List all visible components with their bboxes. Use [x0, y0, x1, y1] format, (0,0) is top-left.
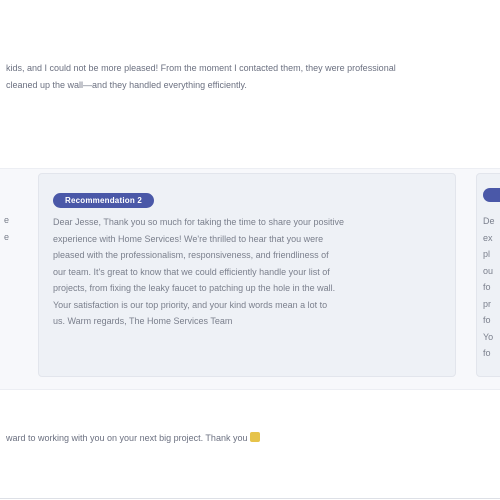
next-card-line: fo	[483, 348, 491, 358]
recommendation-line: Dear Jesse, Thank you so much for taking…	[53, 217, 344, 227]
recommendation-text[interactable]: Dear Jesse, Thank you so much for taking…	[53, 214, 445, 330]
previous-card-text: e e	[4, 212, 9, 245]
divider	[0, 498, 500, 499]
review-line: cleaned up the wall—and they handled eve…	[6, 80, 247, 90]
recommendation-badge-stub	[483, 188, 500, 202]
recommendation-carousel[interactable]: Recommendation 2 Dear Jesse, Thank you s…	[0, 168, 500, 390]
previous-card-line: e	[4, 231, 10, 242]
next-card-text: De ex pl ou fo pr fo Yo fo	[483, 213, 500, 362]
grinning-face-icon	[250, 432, 261, 442]
review-text: kids, and I could not be more pleased! F…	[6, 60, 500, 94]
recommendation-badge: Recommendation 2	[53, 193, 154, 208]
footer-text: ward to working with you on your next bi…	[6, 432, 261, 443]
page: kids, and I could not be more pleased! F…	[0, 0, 500, 500]
next-card-line: fo	[483, 282, 491, 292]
next-card-line: De	[483, 216, 495, 226]
recommendation-card[interactable]: Recommendation 2 Dear Jesse, Thank you s…	[38, 173, 456, 377]
next-card-line: pl	[483, 249, 491, 259]
recommendation-line: our team. It's great to know that we cou…	[53, 266, 330, 277]
recommendation-card-next[interactable]: De ex pl ou fo pr fo Yo fo	[476, 173, 500, 377]
next-card-line: Yo	[483, 331, 494, 342]
next-card-line: fo	[483, 315, 491, 325]
next-card-line: pr	[483, 298, 492, 309]
recommendation-line: Your satisfaction is our top priority, a…	[53, 299, 328, 310]
next-card-line: ou	[483, 265, 494, 276]
footer-line: ward to working with you on your next bi…	[6, 433, 248, 443]
recommendation-line: experience with Home Services! We're thr…	[53, 233, 324, 244]
next-card-line: ex	[483, 232, 493, 243]
review-line: kids, and I could not be more pleased! F…	[6, 63, 396, 73]
recommendation-line: projects, from fixing the leaky faucet t…	[53, 283, 336, 293]
recommendation-line: pleased with the professionalism, respon…	[53, 250, 329, 260]
previous-card-line: e	[4, 215, 10, 225]
recommendation-line: us. Warm regards, The Home Services Team	[53, 316, 233, 326]
